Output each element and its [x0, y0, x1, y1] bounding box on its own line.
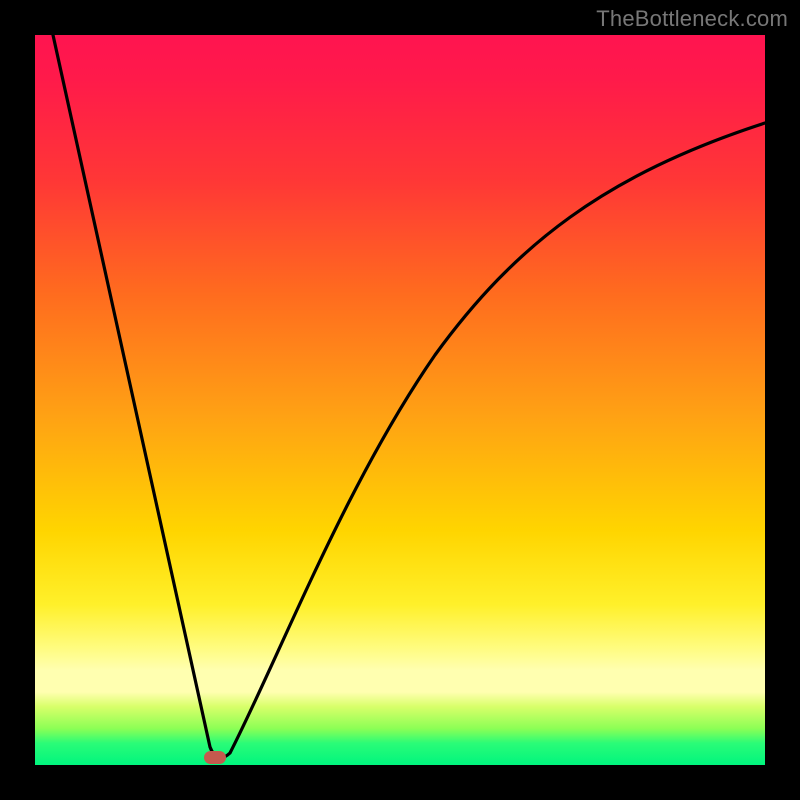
chart-frame: TheBottleneck.com	[0, 0, 800, 800]
watermark-label: TheBottleneck.com	[596, 6, 788, 32]
minimum-marker	[204, 751, 226, 764]
plot-area	[35, 35, 765, 765]
gradient-background	[35, 35, 765, 765]
